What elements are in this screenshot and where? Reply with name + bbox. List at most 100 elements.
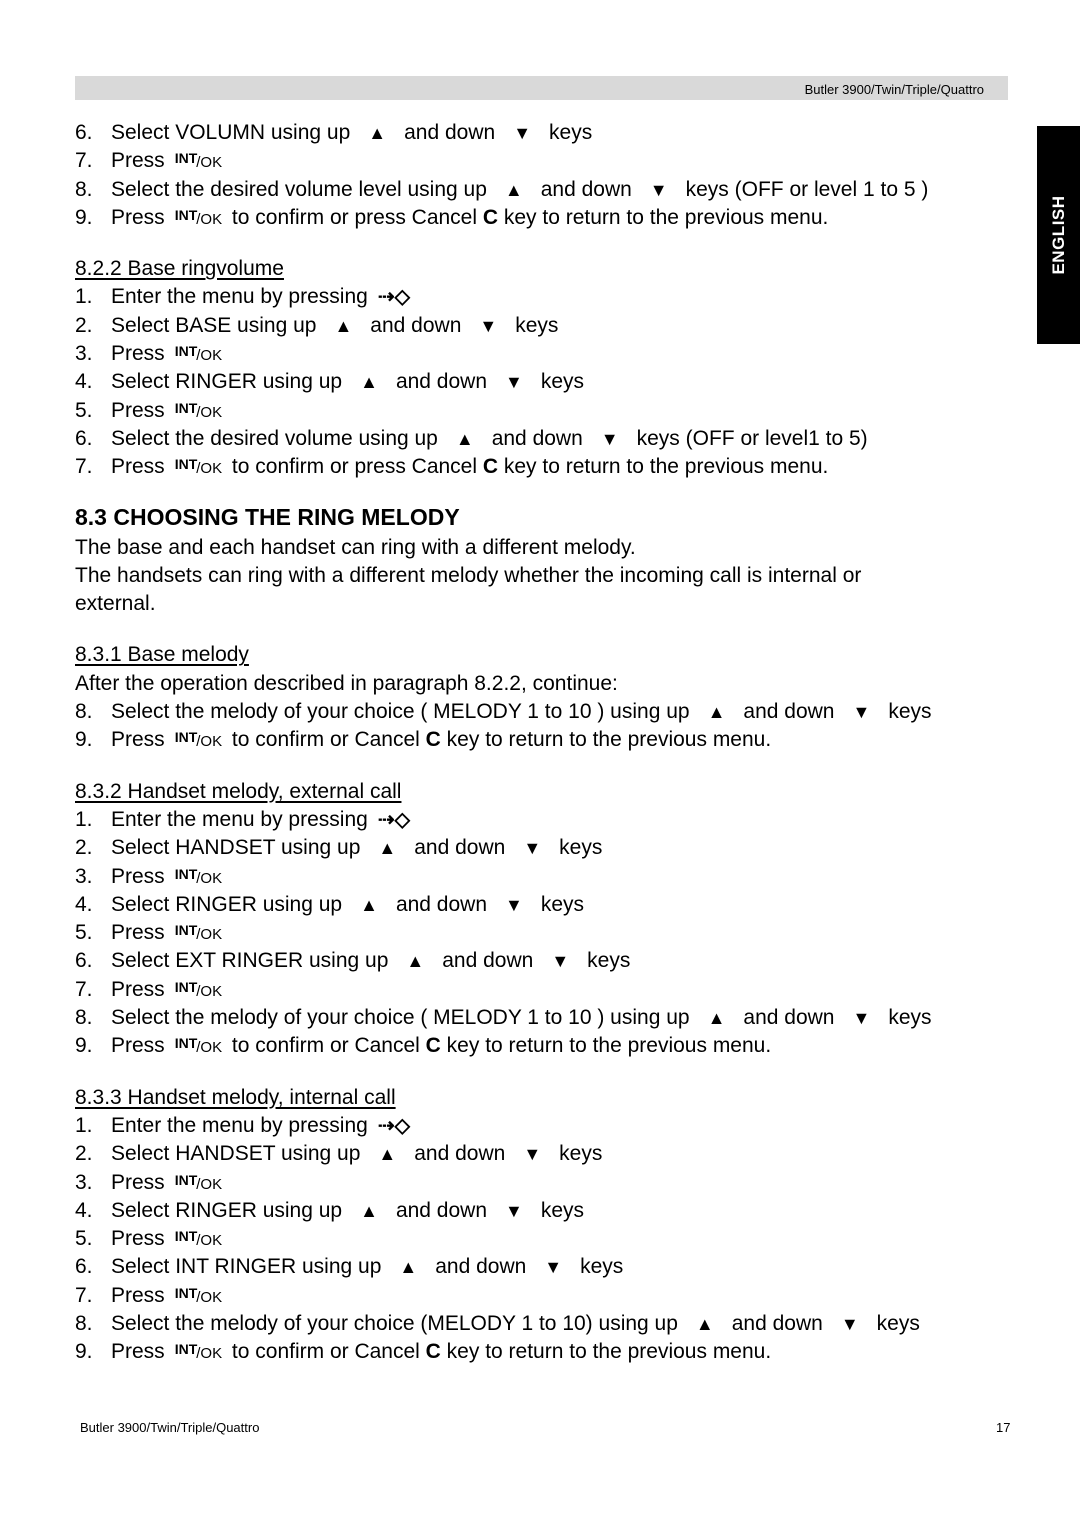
step-text: keys [888, 1006, 932, 1030]
list-item: 4. Select RINGER using up ▲ and down ▼ keys [75, 368, 1015, 396]
paragraph: The base and each handset can ring with … [75, 535, 636, 559]
step-text: to confirm or Cancel [226, 1340, 426, 1364]
ok-label: /OK [196, 1232, 223, 1250]
step-text: Enter the menu by pressing [111, 1113, 368, 1137]
up-arrow-icon: ▲ [378, 838, 397, 859]
list-item: 6. Select EXT RINGER using up ▲ and down ▼ ke… [75, 947, 1015, 975]
int-ok-key-icon: INT/OK [174, 1284, 223, 1306]
step-text: Press [111, 1340, 165, 1364]
step-text: Select the desired volume level using up [111, 177, 487, 201]
step-text: Press [111, 977, 165, 1001]
down-arrow-icon: ▼ [544, 1257, 563, 1278]
step-text: and down [395, 1198, 488, 1222]
step-number: 6. [75, 121, 93, 144]
ok-label: /OK [196, 1288, 223, 1306]
int-ok-key-icon: INT/OK [174, 456, 223, 478]
list-item: 2. Select BASE using up ▲ and down ▼ keys [75, 312, 1015, 340]
step-text: and down [743, 700, 835, 724]
step-text: keys [559, 1142, 603, 1166]
step-number: 9. [75, 1034, 93, 1058]
step-number: 6. [75, 949, 93, 973]
down-arrow-icon: ▼ [523, 838, 542, 859]
up-arrow-icon: ▲ [399, 1257, 418, 1278]
step-text: and down [414, 836, 506, 860]
list-item: 1. Enter the menu by pressing ⇢◇ [75, 1112, 1015, 1140]
page-number: 17 [996, 1420, 1011, 1435]
step-text: Press [111, 728, 165, 752]
section-heading-8-3: 8.3 CHOOSING THE RING MELODY [75, 503, 460, 530]
up-arrow-icon: ▲ [360, 894, 378, 915]
int-ok-key-icon: INT/OK [174, 729, 223, 751]
step-text: and down [370, 313, 462, 337]
step-list-volume: 6. Select VOLUMN using up ▲ and down ▼ keys 7.… [75, 119, 1015, 232]
int-ok-key-icon: INT/OK [174, 1341, 223, 1363]
step-text: keys [515, 313, 559, 337]
list-item: 5. Press INT/OK [75, 1225, 1015, 1253]
step-number: 8. [75, 1006, 93, 1030]
list-item: 6. Select the desired volume using up ▲ and… [75, 425, 1015, 453]
ok-label: /OK [196, 926, 223, 944]
list-item: 2. Select HANDSET using up ▲ and down ▼ keys [75, 834, 1015, 862]
step-number: 5. [75, 398, 93, 422]
step-text: Select BASE using up [111, 313, 317, 337]
down-arrow-icon: ▼ [505, 1200, 523, 1221]
page-content: 6. Select VOLUMN using up ▲ and down ▼ keys 7.… [75, 119, 1015, 1367]
step-number: 2. [75, 836, 93, 860]
step-text: keys (OFF or level1 to 5) [636, 426, 868, 450]
step-number: 7. [75, 977, 93, 1001]
down-arrow-icon: ▼ [513, 123, 532, 143]
step-text: Press [111, 455, 165, 479]
ok-label: /OK [196, 403, 223, 421]
ok-label: /OK [196, 1345, 223, 1363]
step-text: to confirm or press Cancel [226, 455, 483, 479]
cancel-key-icon: C [482, 205, 499, 229]
step-text: Press [111, 864, 165, 888]
step-text: keys [549, 121, 593, 144]
int-ok-key-icon: INT/OK [174, 399, 223, 421]
list-item: 3. Press INT/OK [75, 340, 1015, 368]
step-text: Select EXT RINGER using up [111, 949, 389, 973]
up-arrow-icon: ▲ [368, 123, 387, 143]
list-item: 1. Enter the menu by pressing ⇢◇ [75, 283, 1015, 311]
step-text: and down [731, 1311, 823, 1335]
step-text: keys [540, 892, 585, 916]
step-text: key to return to the previous menu. [498, 205, 829, 229]
up-arrow-icon: ▲ [360, 1200, 378, 1221]
step-text: keys [540, 1198, 585, 1222]
down-arrow-icon: ▼ [840, 1313, 859, 1334]
step-number: 4. [75, 1198, 93, 1222]
step-text: keys (OFF or level 1 to 5 ) [685, 177, 929, 201]
down-arrow-icon: ▼ [551, 951, 570, 972]
step-number: 7. [75, 455, 93, 479]
step-text: to confirm or press Cancel [226, 205, 483, 229]
step-text: Select the melody of your choice ( MELOD… [111, 1006, 690, 1030]
ok-label: /OK [196, 460, 223, 478]
ok-label: /OK [196, 154, 223, 172]
ok-label: /OK [196, 733, 223, 751]
ok-label: /OK [196, 982, 223, 1000]
step-list-handset-external: 1. Enter the menu by pressing ⇢◇ 2. Select H… [75, 806, 1015, 1061]
int-ok-key-icon: INT/OK [174, 1035, 223, 1057]
step-number: 1. [75, 1113, 93, 1137]
step-text: key to return to the previous menu. [440, 1034, 772, 1058]
step-number: 9. [75, 1340, 93, 1364]
step-text: keys [876, 1311, 920, 1335]
list-item: 5. Press INT/OK [75, 919, 1015, 947]
up-arrow-icon: ▲ [406, 951, 425, 972]
up-arrow-icon: ▲ [360, 372, 378, 393]
step-number: 8. [75, 700, 93, 724]
down-arrow-icon: ▼ [852, 702, 871, 723]
step-text: and down [395, 892, 488, 916]
list-item: 9. Press INT/OK to confirm or Cancel C key… [75, 726, 1015, 754]
list-item: 5. Press INT/OK [75, 397, 1015, 425]
step-text: Select the desired volume using up [111, 426, 438, 450]
paragraph: After the operation described in paragra… [75, 671, 618, 695]
up-arrow-icon: ▲ [504, 179, 523, 200]
list-item: 9. Press INT/OK to confirm or press Cancel… [75, 204, 1015, 232]
up-arrow-icon: ▲ [707, 1008, 726, 1029]
list-item: 3. Press INT/OK [75, 1169, 1015, 1197]
ok-label: /OK [196, 869, 223, 887]
step-number: 9. [75, 728, 93, 752]
step-number: 7. [75, 149, 93, 173]
step-number: 4. [75, 892, 93, 916]
